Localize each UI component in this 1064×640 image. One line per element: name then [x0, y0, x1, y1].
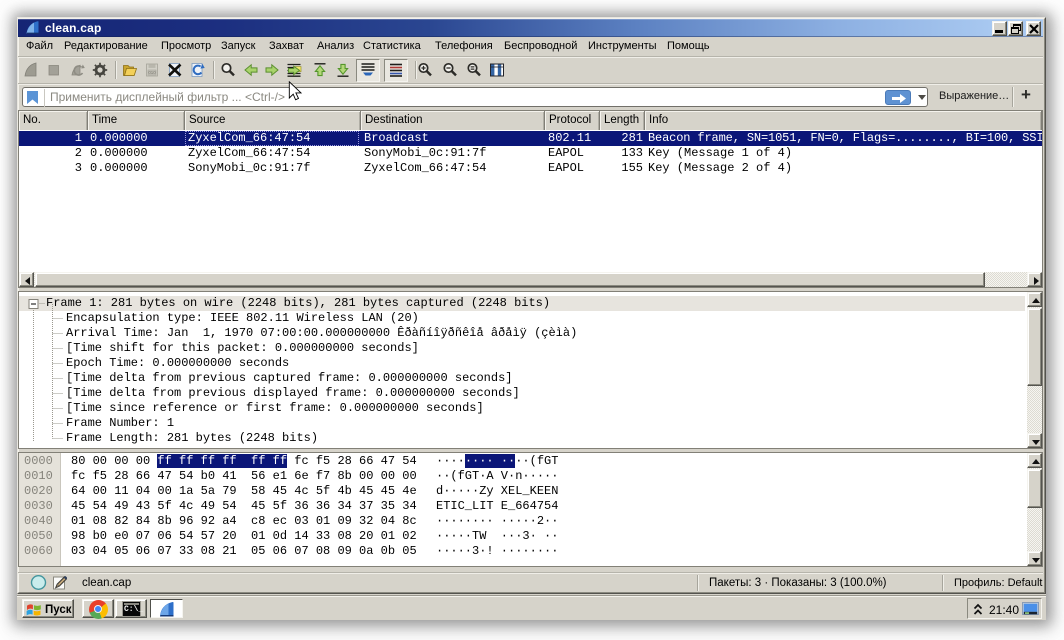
svg-text:010: 010	[148, 70, 156, 75]
